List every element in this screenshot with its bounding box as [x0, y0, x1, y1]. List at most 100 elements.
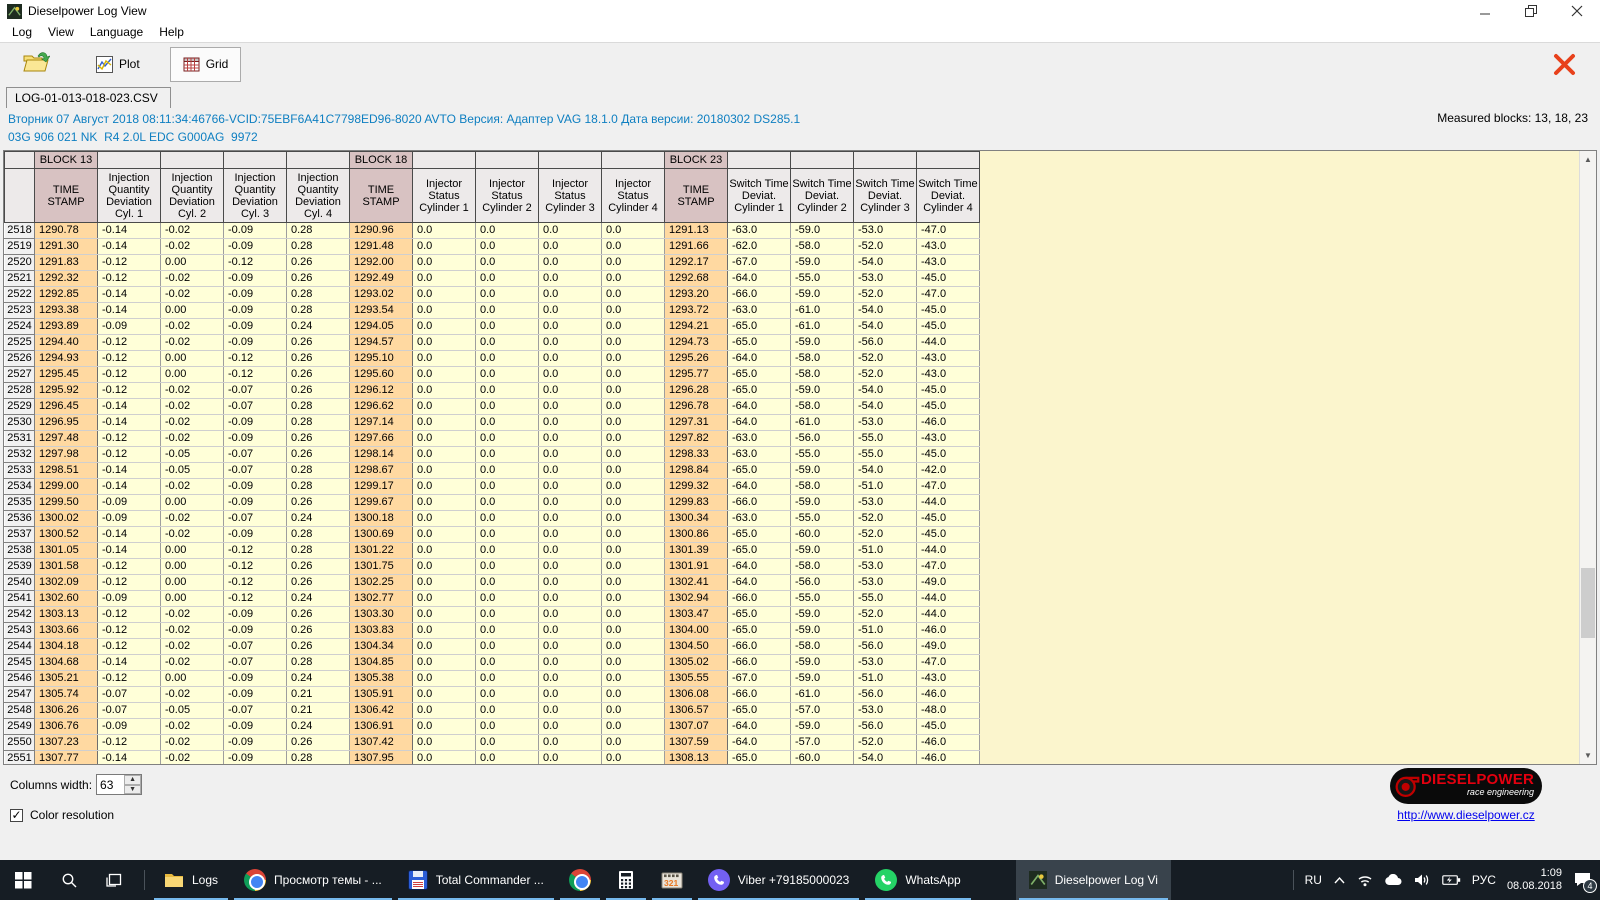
taskbar-item-whatsapp[interactable]: WhatsApp [862, 860, 973, 900]
row-number[interactable]: 2526 [5, 351, 35, 367]
scroll-thumb[interactable] [1581, 568, 1595, 638]
notification-badge: 4 [1583, 879, 1597, 893]
row-number[interactable]: 2537 [5, 527, 35, 543]
task-view-button[interactable] [92, 860, 138, 900]
cell: 0.00 [161, 671, 224, 687]
language-indicator[interactable]: RU [1305, 873, 1322, 887]
row-number[interactable]: 2525 [5, 335, 35, 351]
taskbar-item-chrome[interactable] [557, 860, 603, 900]
row-number[interactable]: 2550 [5, 735, 35, 751]
cell: -55.0 [854, 591, 917, 607]
cell: 1292.68 [665, 271, 728, 287]
spinner-up-button[interactable]: ▲ [124, 775, 141, 785]
close-button[interactable] [1554, 0, 1600, 22]
minimize-button[interactable] [1462, 0, 1508, 22]
row-number[interactable]: 2539 [5, 559, 35, 575]
cell: -0.09 [224, 287, 287, 303]
start-button[interactable] [0, 860, 46, 900]
row-number[interactable]: 2528 [5, 383, 35, 399]
row-number[interactable]: 2547 [5, 687, 35, 703]
cell: 1302.77 [350, 591, 413, 607]
open-log-button[interactable] [14, 46, 58, 83]
menu-help[interactable]: Help [151, 23, 192, 41]
row-number[interactable]: 2534 [5, 479, 35, 495]
columns-width-input[interactable]: 63 [97, 775, 124, 794]
action-center-button[interactable]: 4 [1573, 871, 1592, 890]
grid-button[interactable]: Grid [170, 47, 242, 82]
row-number[interactable]: 2549 [5, 719, 35, 735]
window-title: Dieselpower Log View [28, 4, 147, 18]
menu-log[interactable]: Log [4, 23, 40, 41]
cell: 1302.41 [665, 575, 728, 591]
row-number[interactable]: 2520 [5, 255, 35, 271]
scroll-down-arrow[interactable]: ▼ [1580, 747, 1596, 764]
row-number[interactable]: 2544 [5, 639, 35, 655]
cell: -0.02 [161, 687, 224, 703]
cell: 1303.66 [35, 623, 98, 639]
taskbar-item-chrome-theme[interactable]: Просмотр темы - ... [231, 860, 395, 900]
row-number[interactable]: 2546 [5, 671, 35, 687]
close-log-button[interactable] [1551, 51, 1578, 83]
row-number[interactable]: 2538 [5, 543, 35, 559]
row-number[interactable]: 2519 [5, 239, 35, 255]
wifi-icon[interactable] [1357, 873, 1373, 887]
row-number[interactable]: 2523 [5, 303, 35, 319]
row-number[interactable]: 2527 [5, 367, 35, 383]
cell: 0.0 [476, 607, 539, 623]
row-number[interactable]: 2532 [5, 447, 35, 463]
restore-button[interactable] [1508, 0, 1554, 22]
row-number[interactable]: 2536 [5, 511, 35, 527]
cell: 1294.73 [665, 335, 728, 351]
menu-language[interactable]: Language [82, 23, 151, 41]
table-row: 25201291.83-0.120.00-0.120.261292.000.00… [5, 255, 980, 271]
taskbar-item-viber[interactable]: Viber +79185000023 [695, 860, 863, 900]
taskbar-item-calculator[interactable] [603, 860, 649, 900]
cell: 1300.69 [350, 527, 413, 543]
row-number[interactable]: 2542 [5, 607, 35, 623]
row-number[interactable]: 2540 [5, 575, 35, 591]
chevron-up-icon[interactable] [1333, 876, 1346, 885]
row-number[interactable]: 2541 [5, 591, 35, 607]
taskbar-item-logs[interactable]: Logs [151, 860, 231, 900]
menu-view[interactable]: View [40, 23, 82, 41]
search-button[interactable] [46, 860, 92, 900]
table-row: 25441304.18-0.12-0.02-0.070.261304.340.0… [5, 639, 980, 655]
cell: -65.0 [728, 607, 791, 623]
taskbar-item-dieselpower[interactable]: Dieselpower Log Vi [1016, 860, 1171, 900]
plot-button[interactable]: Plot [84, 48, 152, 81]
cell: -0.12 [98, 607, 161, 623]
vertical-scrollbar[interactable]: ▲ ▼ [1579, 151, 1596, 764]
row-number[interactable]: 2531 [5, 431, 35, 447]
tab-log-file[interactable]: LOG-01-013-018-023.CSV [6, 87, 171, 108]
row-number[interactable]: 2521 [5, 271, 35, 287]
cell: -43.0 [917, 671, 980, 687]
onedrive-cloud-icon[interactable] [1384, 874, 1403, 886]
color-resolution-checkbox[interactable]: ✓ [10, 809, 23, 822]
row-number[interactable]: 2535 [5, 495, 35, 511]
row-number[interactable]: 2529 [5, 399, 35, 415]
row-number[interactable]: 2524 [5, 319, 35, 335]
row-number[interactable]: 2545 [5, 655, 35, 671]
battery-icon[interactable] [1442, 874, 1461, 886]
clock[interactable]: 1:09 08.08.2018 [1507, 867, 1562, 893]
cell: 0.26 [287, 271, 350, 287]
keyboard-layout-indicator[interactable]: РУС [1472, 873, 1496, 887]
volume-icon[interactable] [1414, 873, 1431, 887]
spinner-down-button[interactable]: ▼ [124, 785, 141, 795]
taskbar-item-media-player[interactable]: 321 [649, 860, 695, 900]
cell: -0.12 [98, 447, 161, 463]
cell: 0.0 [476, 447, 539, 463]
row-number[interactable]: 2551 [5, 751, 35, 766]
taskbar-item-total-commander[interactable]: Total Commander ... [395, 860, 557, 900]
row-number[interactable]: 2533 [5, 463, 35, 479]
cell: -45.0 [917, 399, 980, 415]
row-number[interactable]: 2518 [5, 223, 35, 239]
cell: 0.28 [287, 479, 350, 495]
scroll-up-arrow[interactable]: ▲ [1580, 151, 1596, 168]
row-number[interactable]: 2543 [5, 623, 35, 639]
row-number[interactable]: 2522 [5, 287, 35, 303]
dieselpower-link[interactable]: http://www.dieselpower.cz [1397, 808, 1534, 822]
cell: 0.26 [287, 351, 350, 367]
row-number[interactable]: 2530 [5, 415, 35, 431]
row-number[interactable]: 2548 [5, 703, 35, 719]
